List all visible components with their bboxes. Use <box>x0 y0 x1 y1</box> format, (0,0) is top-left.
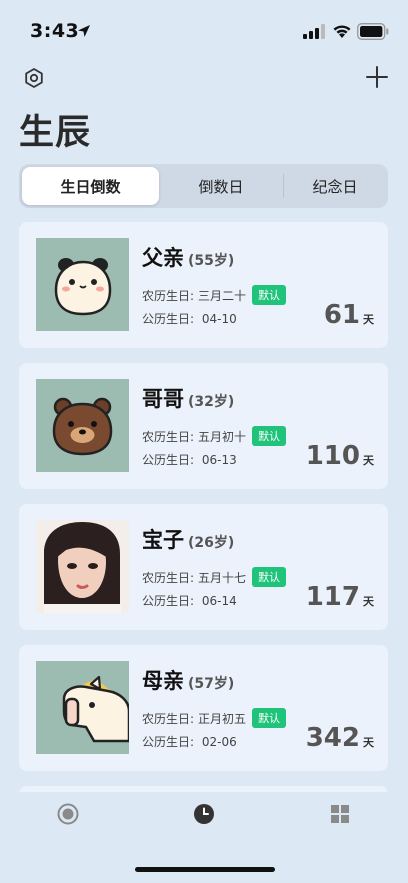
tab-countdown-days[interactable]: 倒数日 <box>159 167 283 205</box>
birthday-card[interactable]: 宝子 (26岁) 农历生日: 五月十七 默认 公历生日: 06-14 117 天 <box>19 504 388 630</box>
solar-date: 06-13 <box>201 453 237 467</box>
lunar-birthday: 农历生日: 正月初五 默认 <box>142 708 287 728</box>
segment-divider <box>283 174 284 198</box>
name-row: 父亲 (55岁) <box>142 242 234 272</box>
tab-birthday-countdown[interactable]: 生日倒数 <box>22 167 159 205</box>
person-name: 宝子 <box>142 528 184 552</box>
person-age: (32岁) <box>188 394 235 410</box>
person-age: (26岁) <box>188 535 235 551</box>
lunar-date: 五月十七 <box>198 570 247 585</box>
solar-prefix: 公历生日: <box>142 594 195 608</box>
cellular-signal-icon <box>303 24 325 39</box>
solar-birthday: 公历生日: 06-14 <box>142 592 237 609</box>
lunar-birthday: 农历生日: 三月二十 默认 <box>142 285 287 305</box>
bear-avatar <box>36 379 129 472</box>
girl-photo-avatar <box>36 520 129 613</box>
person-name: 母亲 <box>142 669 184 693</box>
location-arrow-icon <box>78 25 90 37</box>
tab-anniversary[interactable]: 纪念日 <box>285 167 385 205</box>
clock-icon[interactable] <box>192 802 216 826</box>
lunar-birthday: 农历生日: 五月初十 默认 <box>142 426 287 446</box>
days-remaining: 342 天 <box>306 723 374 753</box>
home-indicator <box>135 867 275 872</box>
days-count: 117 <box>305 582 360 612</box>
solar-birthday: 公历生日: 06-13 <box>142 451 237 468</box>
solar-date: 06-14 <box>201 594 237 608</box>
lunar-prefix: 农历生日: <box>142 288 195 303</box>
days-count: 61 <box>323 300 360 330</box>
panda-avatar <box>36 238 129 331</box>
add-icon[interactable] <box>364 64 390 90</box>
days-remaining: 117 天 <box>306 582 374 612</box>
default-badge: 默认 <box>252 708 287 728</box>
lunar-prefix: 农历生日: <box>142 570 195 585</box>
solar-date: 02-06 <box>201 735 237 749</box>
solar-prefix: 公历生日: <box>142 735 195 749</box>
person-age: (55岁) <box>188 253 235 269</box>
lunar-prefix: 农历生日: <box>142 711 195 726</box>
battery-icon <box>357 23 389 40</box>
days-unit: 天 <box>363 595 374 608</box>
default-badge: 默认 <box>252 567 287 587</box>
record-circle-icon[interactable] <box>56 802 80 826</box>
name-row: 母亲 (57岁) <box>142 665 234 695</box>
days-unit: 天 <box>363 454 374 467</box>
solar-date: 04-10 <box>201 312 237 326</box>
days-count: 110 <box>305 441 360 471</box>
name-row: 哥哥 (32岁) <box>142 383 234 413</box>
lunar-date: 正月初五 <box>198 711 247 726</box>
person-name: 哥哥 <box>142 387 184 411</box>
days-remaining: 110 天 <box>306 441 374 471</box>
solar-prefix: 公历生日: <box>142 453 195 467</box>
days-count: 342 <box>305 723 360 753</box>
lunar-date: 五月初十 <box>198 429 247 444</box>
default-badge: 默认 <box>252 285 287 305</box>
birthday-card[interactable]: 哥哥 (32岁) 农历生日: 五月初十 默认 公历生日: 06-13 110 天 <box>19 363 388 489</box>
days-unit: 天 <box>363 736 374 749</box>
wifi-icon <box>333 25 351 38</box>
days-unit: 天 <box>363 313 374 326</box>
segmented-control: 生日倒数 倒数日 纪念日 <box>19 164 388 208</box>
birthday-card[interactable]: 父亲 (55岁) 农历生日: 三月二十 默认 公历生日: 04-10 61 天 <box>19 222 388 348</box>
name-row: 宝子 (26岁) <box>142 524 234 554</box>
solar-birthday: 公历生日: 04-10 <box>142 310 237 327</box>
lunar-prefix: 农历生日: <box>142 429 195 444</box>
status-time: 3:43 <box>30 20 80 42</box>
page-title: 生辰 <box>19 113 92 153</box>
status-bar: 3:43 <box>0 0 408 60</box>
person-age: (57岁) <box>188 676 235 692</box>
horse-avatar <box>36 661 129 754</box>
lunar-birthday: 农历生日: 五月十七 默认 <box>142 567 287 587</box>
default-badge: 默认 <box>252 426 287 446</box>
days-remaining: 61 天 <box>324 300 374 330</box>
settings-hexagon-icon[interactable] <box>22 66 46 90</box>
grid-icon[interactable] <box>328 802 352 826</box>
solar-prefix: 公历生日: <box>142 312 195 326</box>
lunar-date: 三月二十 <box>198 288 247 303</box>
birthday-card[interactable]: 母亲 (57岁) 农历生日: 正月初五 默认 公历生日: 02-06 342 天 <box>19 645 388 771</box>
person-name: 父亲 <box>142 246 184 270</box>
birthday-screen: 3:43 生辰 生日倒数 倒数日 纪念日 父亲 (55岁) 农历生日: 三月二十… <box>0 0 408 883</box>
solar-birthday: 公历生日: 02-06 <box>142 733 237 750</box>
